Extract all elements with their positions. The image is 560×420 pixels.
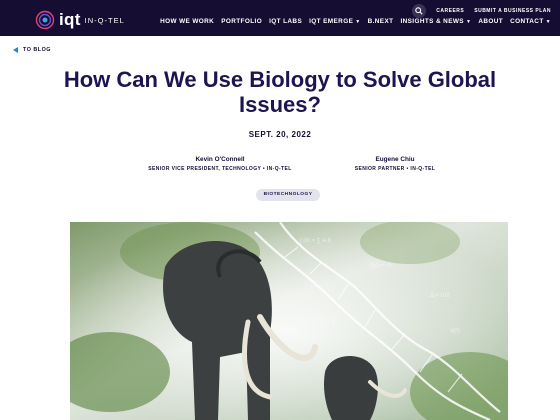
utility-bar: CAREERS SUBMIT A BUSINESS PLAN <box>412 4 551 18</box>
nav-insights-news[interactable]: INSIGHTS & NEWS ▼ <box>400 18 471 25</box>
svg-text:f(x) = √λ: f(x) = √λ <box>370 262 392 269</box>
nav-label: IQT EMERGE <box>309 18 354 25</box>
author-block: Kevin O'Connell SENIOR VICE PRESIDENT, T… <box>140 156 300 172</box>
logo-text: iqt <box>59 9 81 29</box>
topic-tag[interactable]: BIOTECHNOLOGY <box>256 189 320 201</box>
author-name: Kevin O'Connell <box>195 156 245 163</box>
nav-iqt-labs[interactable]: IQT LABS <box>269 18 302 25</box>
nav-portfolio[interactable]: PORTFOLIO <box>221 18 262 25</box>
chevron-down-icon: ▼ <box>355 19 361 25</box>
nav-label: IQT LABS <box>269 18 303 25</box>
article-date: SEPT. 20, 2022 <box>248 130 312 139</box>
search-icon <box>415 7 423 15</box>
author-name: Eugene Chiu <box>375 156 415 163</box>
iqt-logo[interactable]: iqt IN-Q-TEL <box>35 8 125 31</box>
svg-text:∫ dx = ∑ a·b: ∫ dx = ∑ a·b <box>299 237 332 244</box>
svg-text:ψ(t): ψ(t) <box>450 328 460 334</box>
logo-subtext: IN-Q-TEL <box>84 16 125 25</box>
logo-mark-icon <box>35 10 55 29</box>
arrow-left-icon <box>13 47 18 53</box>
nav-label: INSIGHTS & NEWS <box>400 18 464 25</box>
author-role: SENIOR VICE PRESIDENT, TECHNOLOGY • IN-Q… <box>148 166 292 172</box>
site-header: iqt IN-Q-TEL CAREERS SUBMIT A BUSINESS P… <box>0 0 560 36</box>
nav-label: PORTFOLIO <box>221 18 263 25</box>
author-role: SENIOR PARTNER • IN-Q-TEL <box>354 166 436 172</box>
nav-about[interactable]: ABOUT <box>478 18 503 25</box>
article-title: How Can We Use Biology to Solve Global I… <box>63 67 497 117</box>
chevron-down-icon: ▼ <box>545 19 551 25</box>
svg-text:x² + y²: x² + y² <box>320 318 337 324</box>
nav-iqt-emerge[interactable]: IQT EMERGE ▼ <box>309 18 360 25</box>
author-block: Eugene Chiu SENIOR PARTNER • IN-Q-TEL <box>330 156 460 172</box>
nav-b-next[interactable]: B.NEXT <box>368 18 394 25</box>
back-link-label: TO BLOG <box>23 47 51 53</box>
search-button[interactable] <box>412 4 427 18</box>
hero-image: ∫ dx = ∑ a·b f(x) = √λ Δ = π/2 x² + y² ψ… <box>70 222 508 420</box>
back-to-blog-link[interactable]: TO BLOG <box>13 47 51 53</box>
main-nav: HOW WE WORK PORTFOLIO IQT LABS IQT EMERG… <box>160 18 551 25</box>
mammoth-dna-illustration: ∫ dx = ∑ a·b f(x) = √λ Δ = π/2 x² + y² ψ… <box>70 222 508 420</box>
nav-label: HOW WE WORK <box>160 18 215 25</box>
nav-label: B.NEXT <box>367 18 394 25</box>
nav-contact[interactable]: CONTACT ▼ <box>510 18 551 25</box>
chevron-down-icon: ▼ <box>465 19 472 25</box>
nav-label: ABOUT <box>478 18 504 25</box>
nav-how-we-work[interactable]: HOW WE WORK <box>160 18 214 25</box>
submit-business-plan-link[interactable]: SUBMIT A BUSINESS PLAN <box>474 8 551 14</box>
svg-text:Δ = π/2: Δ = π/2 <box>430 293 450 299</box>
careers-link[interactable]: CAREERS <box>436 8 464 14</box>
nav-label: CONTACT <box>510 18 544 25</box>
